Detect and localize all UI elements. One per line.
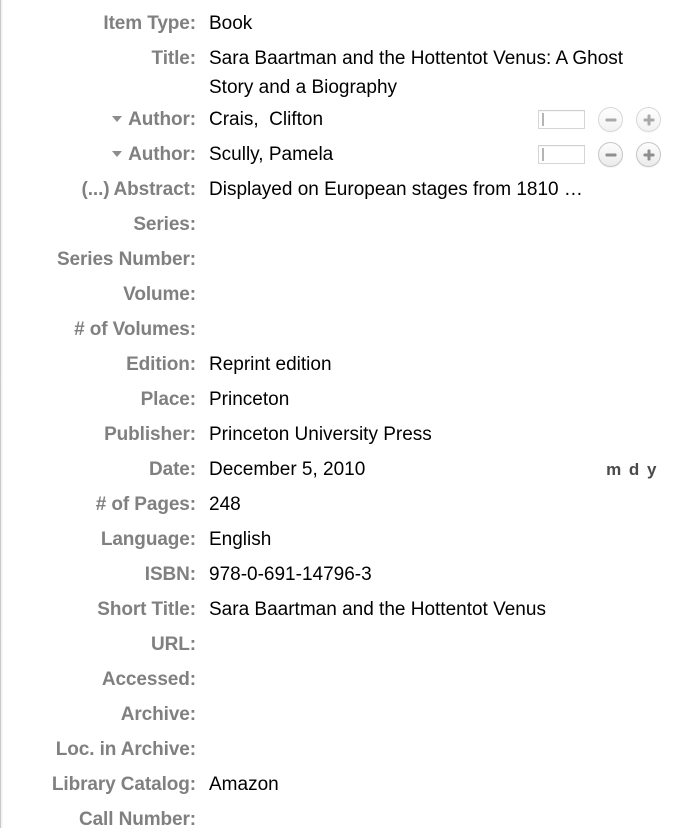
field-row-accessed[interactable]: Accessed: xyxy=(0,662,678,697)
field-label-accessed: Accessed: xyxy=(101,669,196,690)
abstract-expand-icon[interactable]: (...) xyxy=(81,179,109,200)
remove-creator-button-1[interactable] xyxy=(598,107,623,132)
field-value-loc-in-archive[interactable] xyxy=(196,732,678,767)
field-label-publisher: Publisher: xyxy=(104,424,196,445)
field-value-isbn[interactable]: 978-0-691-14796-3 xyxy=(196,557,678,592)
creator-extra-input-1[interactable] xyxy=(538,110,585,129)
field-value-language[interactable]: English xyxy=(196,522,678,557)
field-row-title[interactable]: Title: Sara Baartman and the Hottentot V… xyxy=(0,41,678,102)
field-row-abstract[interactable]: (...) Abstract: Displayed on European sta… xyxy=(0,172,678,207)
field-value-edition[interactable]: Reprint edition xyxy=(196,347,678,382)
field-value-publisher[interactable]: Princeton University Press xyxy=(196,417,678,452)
field-label-item-type: Item Type: xyxy=(103,13,196,34)
remove-creator-button-2[interactable] xyxy=(598,142,623,167)
field-row-publisher[interactable]: Publisher: Princeton University Press xyxy=(0,417,678,452)
field-label-archive: Archive: xyxy=(120,704,196,725)
field-label-series: Series: xyxy=(133,214,196,235)
field-label-num-volumes: # of Volumes: xyxy=(74,319,196,340)
field-label-series-number: Series Number: xyxy=(56,249,196,270)
field-label-call-number: Call Number: xyxy=(78,809,196,828)
plus-icon-vertical xyxy=(647,149,650,160)
field-label-volume: Volume: xyxy=(123,284,196,305)
disclosure-triangle-icon[interactable] xyxy=(112,150,123,157)
field-value-volume[interactable] xyxy=(196,277,678,312)
field-label-author-2-text: Author: xyxy=(128,144,196,165)
field-row-date[interactable]: Date: December 5, 2010 m d y xyxy=(0,452,678,487)
field-row-num-pages[interactable]: # of Pages: 248 xyxy=(0,487,678,522)
field-label-title: Title: xyxy=(151,48,197,69)
field-value-num-pages[interactable]: 248 xyxy=(196,487,678,522)
field-label-date: Date: xyxy=(148,459,196,480)
field-row-isbn[interactable]: ISBN: 978-0-691-14796-3 xyxy=(0,557,678,592)
creator-extra-input-2[interactable] xyxy=(538,145,585,164)
field-row-volume[interactable]: Volume: xyxy=(0,277,678,312)
field-row-short-title[interactable]: Short Title: Sara Baartman and the Hotte… xyxy=(0,592,678,627)
field-row-loc-in-archive[interactable]: Loc. in Archive: xyxy=(0,732,678,767)
field-label-edition: Edition: xyxy=(126,354,196,375)
creator-controls-1 xyxy=(538,106,661,133)
field-label-library-catalog: Library Catalog: xyxy=(51,774,196,795)
date-format-hint: m d y xyxy=(606,460,658,479)
plus-icon-vertical xyxy=(647,114,650,125)
disclosure-triangle-icon[interactable] xyxy=(112,115,123,122)
field-row-author-2[interactable]: Author: Scully, Pamela xyxy=(0,137,678,172)
creator-controls-2 xyxy=(538,141,661,168)
field-label-loc-in-archive: Loc. in Archive: xyxy=(55,739,196,760)
field-label-num-pages: # of Pages: xyxy=(95,494,196,515)
field-row-place[interactable]: Place: Princeton xyxy=(0,382,678,417)
field-label-isbn: ISBN: xyxy=(144,564,196,585)
field-row-series[interactable]: Series: xyxy=(0,207,678,242)
field-row-call-number[interactable]: Call Number: xyxy=(0,802,678,828)
field-value-num-volumes[interactable] xyxy=(196,312,678,347)
field-row-url[interactable]: URL: xyxy=(0,627,678,662)
field-row-author-1[interactable]: Author: Crais, Clifton xyxy=(0,102,678,137)
field-label-short-title: Short Title: xyxy=(97,599,196,620)
field-value-item-type[interactable]: Book xyxy=(196,6,678,41)
field-row-archive[interactable]: Archive: xyxy=(0,697,678,732)
field-label-author-1: Author: xyxy=(0,102,196,137)
field-value-archive[interactable] xyxy=(196,697,678,732)
field-value-series-number[interactable] xyxy=(196,242,678,277)
minus-icon xyxy=(605,153,616,156)
field-row-edition[interactable]: Edition: Reprint edition xyxy=(0,347,678,382)
field-value-title[interactable]: Sara Baartman and the Hottentot Venus: A… xyxy=(196,41,651,102)
field-value-series[interactable] xyxy=(196,207,678,242)
field-label-author-2: Author: xyxy=(0,137,196,172)
field-label-abstract: (...) Abstract: xyxy=(0,172,196,207)
add-creator-button-2[interactable] xyxy=(636,142,661,167)
field-row-num-volumes[interactable]: # of Volumes: xyxy=(0,312,678,347)
field-row-item-type[interactable]: Item Type: Book xyxy=(0,6,678,41)
field-value-abstract[interactable]: Displayed on European stages from 1810 … xyxy=(196,172,678,207)
field-value-accessed[interactable] xyxy=(196,662,678,697)
field-value-place[interactable]: Princeton xyxy=(196,382,678,417)
field-row-series-number[interactable]: Series Number: xyxy=(0,242,678,277)
field-label-language: Language: xyxy=(100,529,196,550)
field-label-url: URL: xyxy=(151,634,196,655)
minus-icon xyxy=(605,118,616,121)
field-label-place: Place: xyxy=(140,389,196,410)
field-label-author-1-text: Author: xyxy=(128,109,196,130)
field-label-abstract-text: Abstract: xyxy=(113,179,196,200)
field-row-language[interactable]: Language: English xyxy=(0,522,678,557)
field-value-library-catalog[interactable]: Amazon xyxy=(196,767,678,802)
item-metadata-pane: Item Type: Book Title: Sara Baartman and… xyxy=(0,0,678,828)
field-value-call-number[interactable] xyxy=(196,802,678,828)
field-value-url[interactable] xyxy=(196,627,678,662)
field-row-library-catalog[interactable]: Library Catalog: Amazon xyxy=(0,767,678,802)
field-value-short-title[interactable]: Sara Baartman and the Hottentot Venus xyxy=(196,592,678,627)
metadata-field-list: Item Type: Book Title: Sara Baartman and… xyxy=(0,0,678,828)
add-creator-button-1[interactable] xyxy=(636,107,661,132)
